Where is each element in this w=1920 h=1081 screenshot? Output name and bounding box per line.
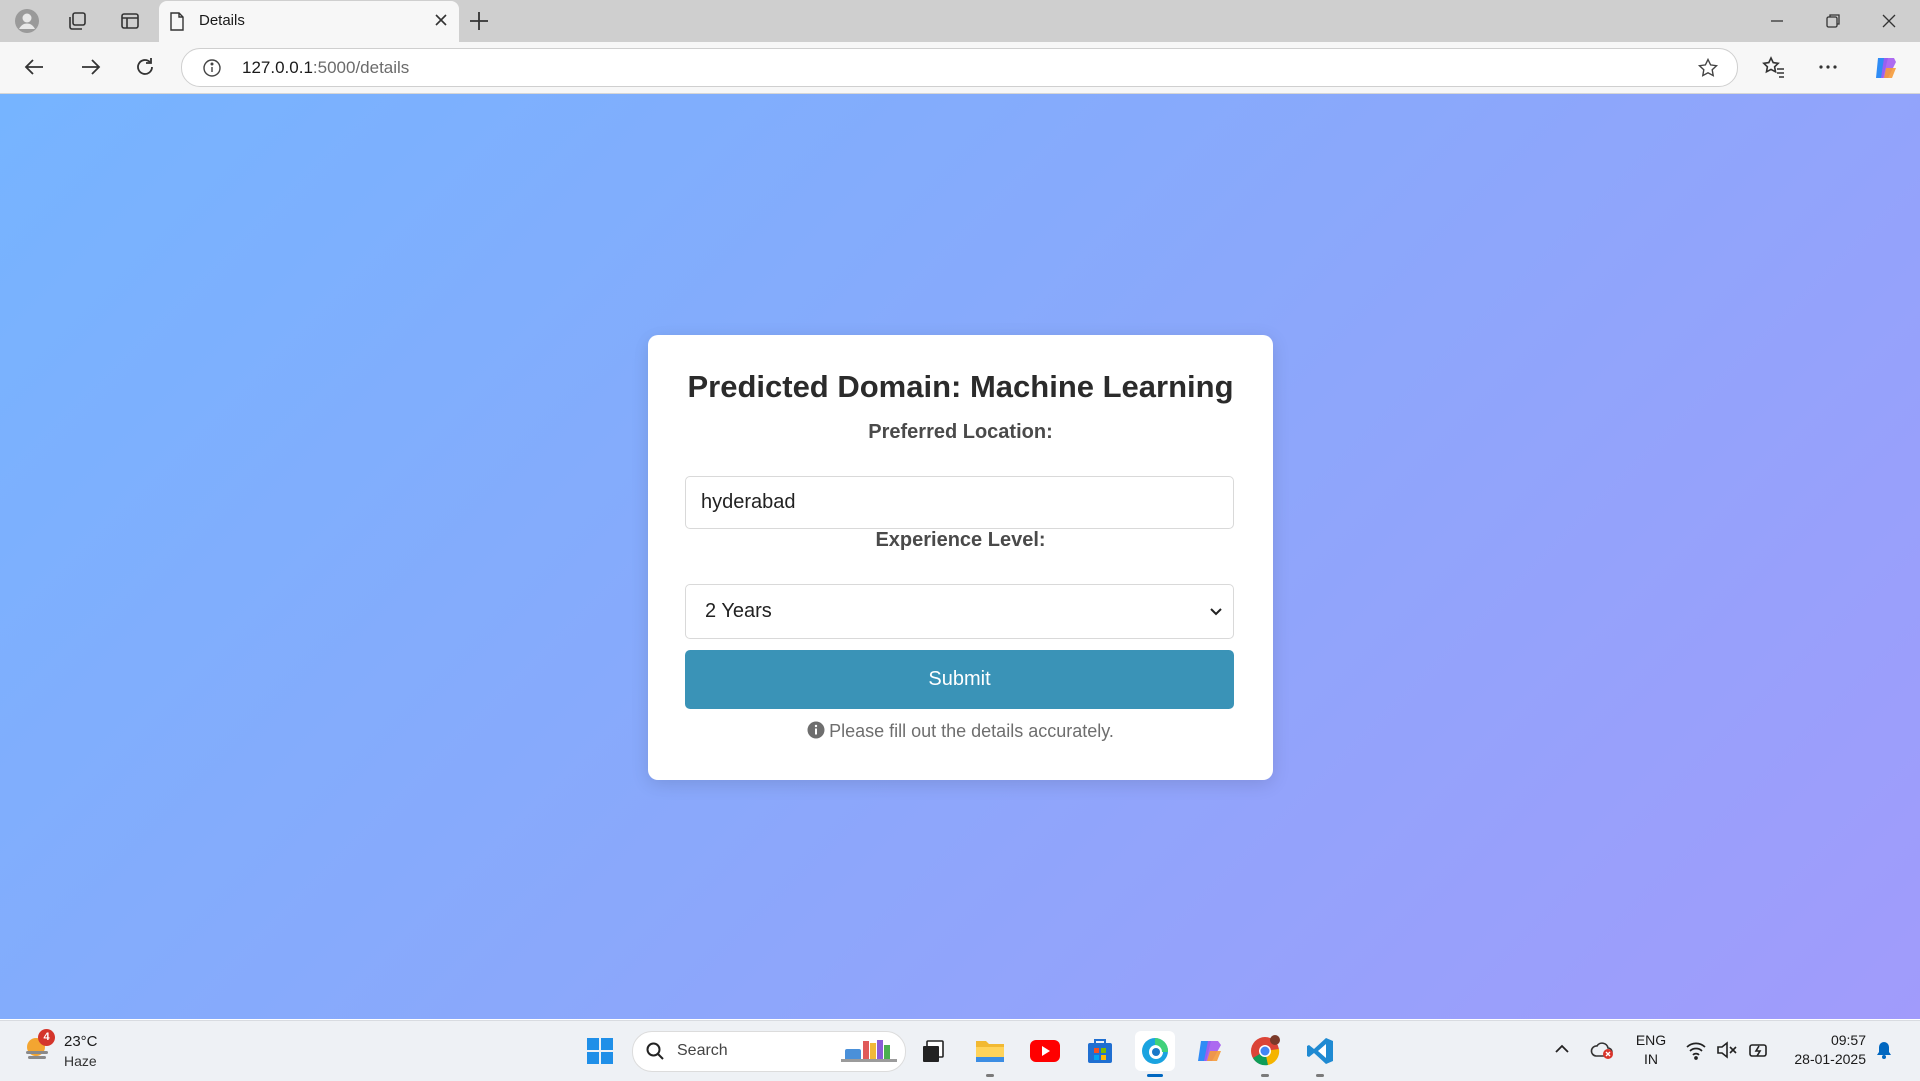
site-info-icon[interactable]	[202, 58, 222, 83]
start-button[interactable]	[580, 1031, 620, 1071]
wifi-icon[interactable]	[1685, 1040, 1707, 1065]
notification-bell-icon[interactable]	[1874, 1040, 1894, 1065]
region-code: IN	[1644, 1051, 1658, 1067]
youtube-icon[interactable]	[1025, 1031, 1065, 1071]
search-highlight-icon	[839, 1037, 901, 1070]
minimize-icon[interactable]	[1766, 10, 1788, 37]
task-view-icon[interactable]	[913, 1031, 953, 1071]
tab-details[interactable]: Details	[159, 1, 459, 42]
refresh-icon[interactable]	[132, 54, 158, 85]
restore-icon[interactable]	[1822, 10, 1844, 37]
page-background: Predicted Domain: Machine Learning Prefe…	[0, 94, 1920, 1019]
taskbar-search[interactable]: Search	[632, 1031, 906, 1072]
address-bar[interactable]: 127.0.0.1:5000/details	[181, 48, 1738, 87]
volume-muted-icon[interactable]	[1716, 1040, 1738, 1065]
more-options-icon[interactable]	[1815, 54, 1841, 85]
chevron-down-icon	[1209, 605, 1223, 624]
details-card: Predicted Domain: Machine Learning Prefe…	[648, 335, 1273, 780]
battery-charging-icon[interactable]	[1746, 1040, 1770, 1065]
close-window-icon[interactable]	[1878, 10, 1900, 37]
system-clock[interactable]: 09:57 28-01-2025	[1780, 1031, 1866, 1069]
active-indicator	[1147, 1074, 1163, 1077]
cloud-error-icon[interactable]	[1590, 1040, 1614, 1065]
browser-titlebar: Details	[0, 0, 1920, 42]
new-tab-icon[interactable]	[466, 8, 492, 39]
hint-text-row: Please fill out the details accurately.	[648, 721, 1273, 744]
location-label: Preferred Location:	[868, 421, 1053, 443]
file-explorer-icon[interactable]	[970, 1031, 1010, 1077]
location-input[interactable]	[685, 476, 1234, 529]
page-icon	[169, 12, 185, 36]
experience-label: Experience Level:	[875, 529, 1046, 551]
forward-icon[interactable]	[77, 54, 103, 85]
close-tab-icon[interactable]	[433, 12, 449, 33]
chevron-up-icon[interactable]	[1553, 1040, 1571, 1063]
info-icon	[807, 721, 825, 744]
url-path: :5000/details	[312, 58, 410, 77]
url-host: 127.0.0.1	[242, 58, 313, 77]
hint-text: Please fill out the details accurately.	[829, 721, 1114, 741]
profile-icon[interactable]	[12, 7, 42, 35]
search-icon	[645, 1041, 665, 1066]
microsoft-store-icon[interactable]	[1080, 1031, 1120, 1071]
running-indicator	[986, 1074, 994, 1077]
favorite-star-icon[interactable]	[1697, 57, 1719, 84]
copilot-icon[interactable]	[1872, 54, 1900, 87]
clock-date: 28-01-2025	[1794, 1051, 1866, 1067]
running-indicator	[1316, 1074, 1324, 1077]
page-title: Predicted Domain: Machine Learning	[687, 369, 1234, 404]
copilot-app-icon[interactable]	[1190, 1031, 1230, 1071]
tab-title: Details	[199, 12, 245, 29]
weather-temperature[interactable]: 23°C	[64, 1033, 98, 1050]
clock-time: 09:57	[1830, 1032, 1866, 1048]
experience-selected-value: 2 Years	[705, 600, 772, 622]
tab-actions-icon[interactable]	[115, 7, 145, 35]
vscode-icon[interactable]	[1300, 1031, 1340, 1077]
chrome-icon[interactable]	[1245, 1031, 1285, 1077]
weather-badge: 4	[38, 1029, 55, 1046]
workspaces-icon[interactable]	[62, 7, 92, 35]
browser-toolbar: 127.0.0.1:5000/details	[0, 42, 1920, 94]
language-code: ENG	[1635, 1032, 1667, 1048]
taskbar: 4 23°C Haze Search ENG IN 09:57 28-01-20…	[0, 1020, 1920, 1081]
submit-button[interactable]: Submit	[685, 650, 1234, 709]
search-placeholder: Search	[677, 1042, 728, 1059]
running-indicator	[1261, 1074, 1269, 1077]
url-text[interactable]: 127.0.0.1:5000/details	[242, 58, 409, 78]
experience-select[interactable]: 2 Years	[685, 584, 1234, 639]
weather-condition[interactable]: Haze	[64, 1053, 97, 1069]
language-indicator[interactable]: ENG IN	[1633, 1031, 1669, 1069]
back-icon[interactable]	[22, 54, 48, 85]
edge-browser-icon[interactable]	[1135, 1031, 1175, 1077]
favorites-icon[interactable]	[1760, 54, 1786, 85]
